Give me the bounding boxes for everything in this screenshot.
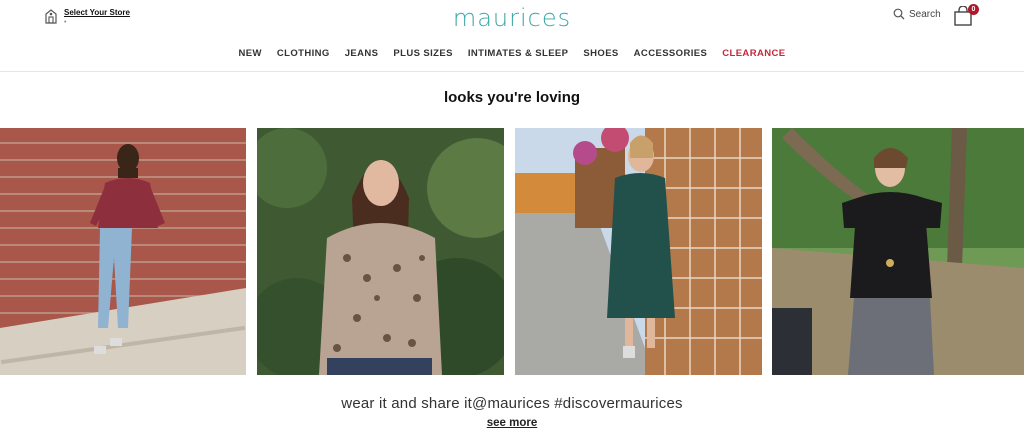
nav-item-clothing[interactable]: CLOTHING (277, 48, 330, 59)
search-button[interactable]: Search (893, 8, 941, 20)
nav-item-new[interactable]: NEW (239, 48, 262, 59)
share-tagline: wear it and share it@maurices #discoverm… (341, 395, 683, 412)
nav-item-accessories[interactable]: ACCESSORIES (634, 48, 708, 59)
nav-item-shoes[interactable]: SHOES (583, 48, 618, 59)
nav-item-clearance[interactable]: CLEARANCE (722, 48, 785, 59)
see-more-link[interactable]: see more (487, 417, 538, 429)
look-photo-3[interactable] (515, 128, 762, 375)
site-header: Select Your Store • maurices Search 0 NE… (0, 0, 1024, 72)
search-label: Search (909, 8, 941, 20)
look-photo-4[interactable] (772, 128, 1024, 375)
look-photo-2[interactable] (257, 128, 504, 375)
cart-button[interactable]: 0 (953, 4, 979, 28)
section-headline: looks you're loving (443, 89, 581, 106)
look-photo-1[interactable] (0, 128, 246, 375)
nav-item-jeans[interactable]: JEANS (345, 48, 379, 59)
cart-count-badge: 0 (968, 4, 979, 15)
brand-logo[interactable]: maurices (0, 4, 1024, 32)
search-icon (893, 8, 905, 20)
main-nav: NEW CLOTHING JEANS PLUS SIZES INTIMATES … (0, 48, 1024, 59)
nav-item-intimates-sleep[interactable]: INTIMATES & SLEEP (468, 48, 569, 59)
see-more-link-wrapper: see more (0, 417, 1024, 429)
looks-gallery (0, 128, 1024, 375)
nav-item-plus-sizes[interactable]: PLUS SIZES (393, 48, 452, 59)
